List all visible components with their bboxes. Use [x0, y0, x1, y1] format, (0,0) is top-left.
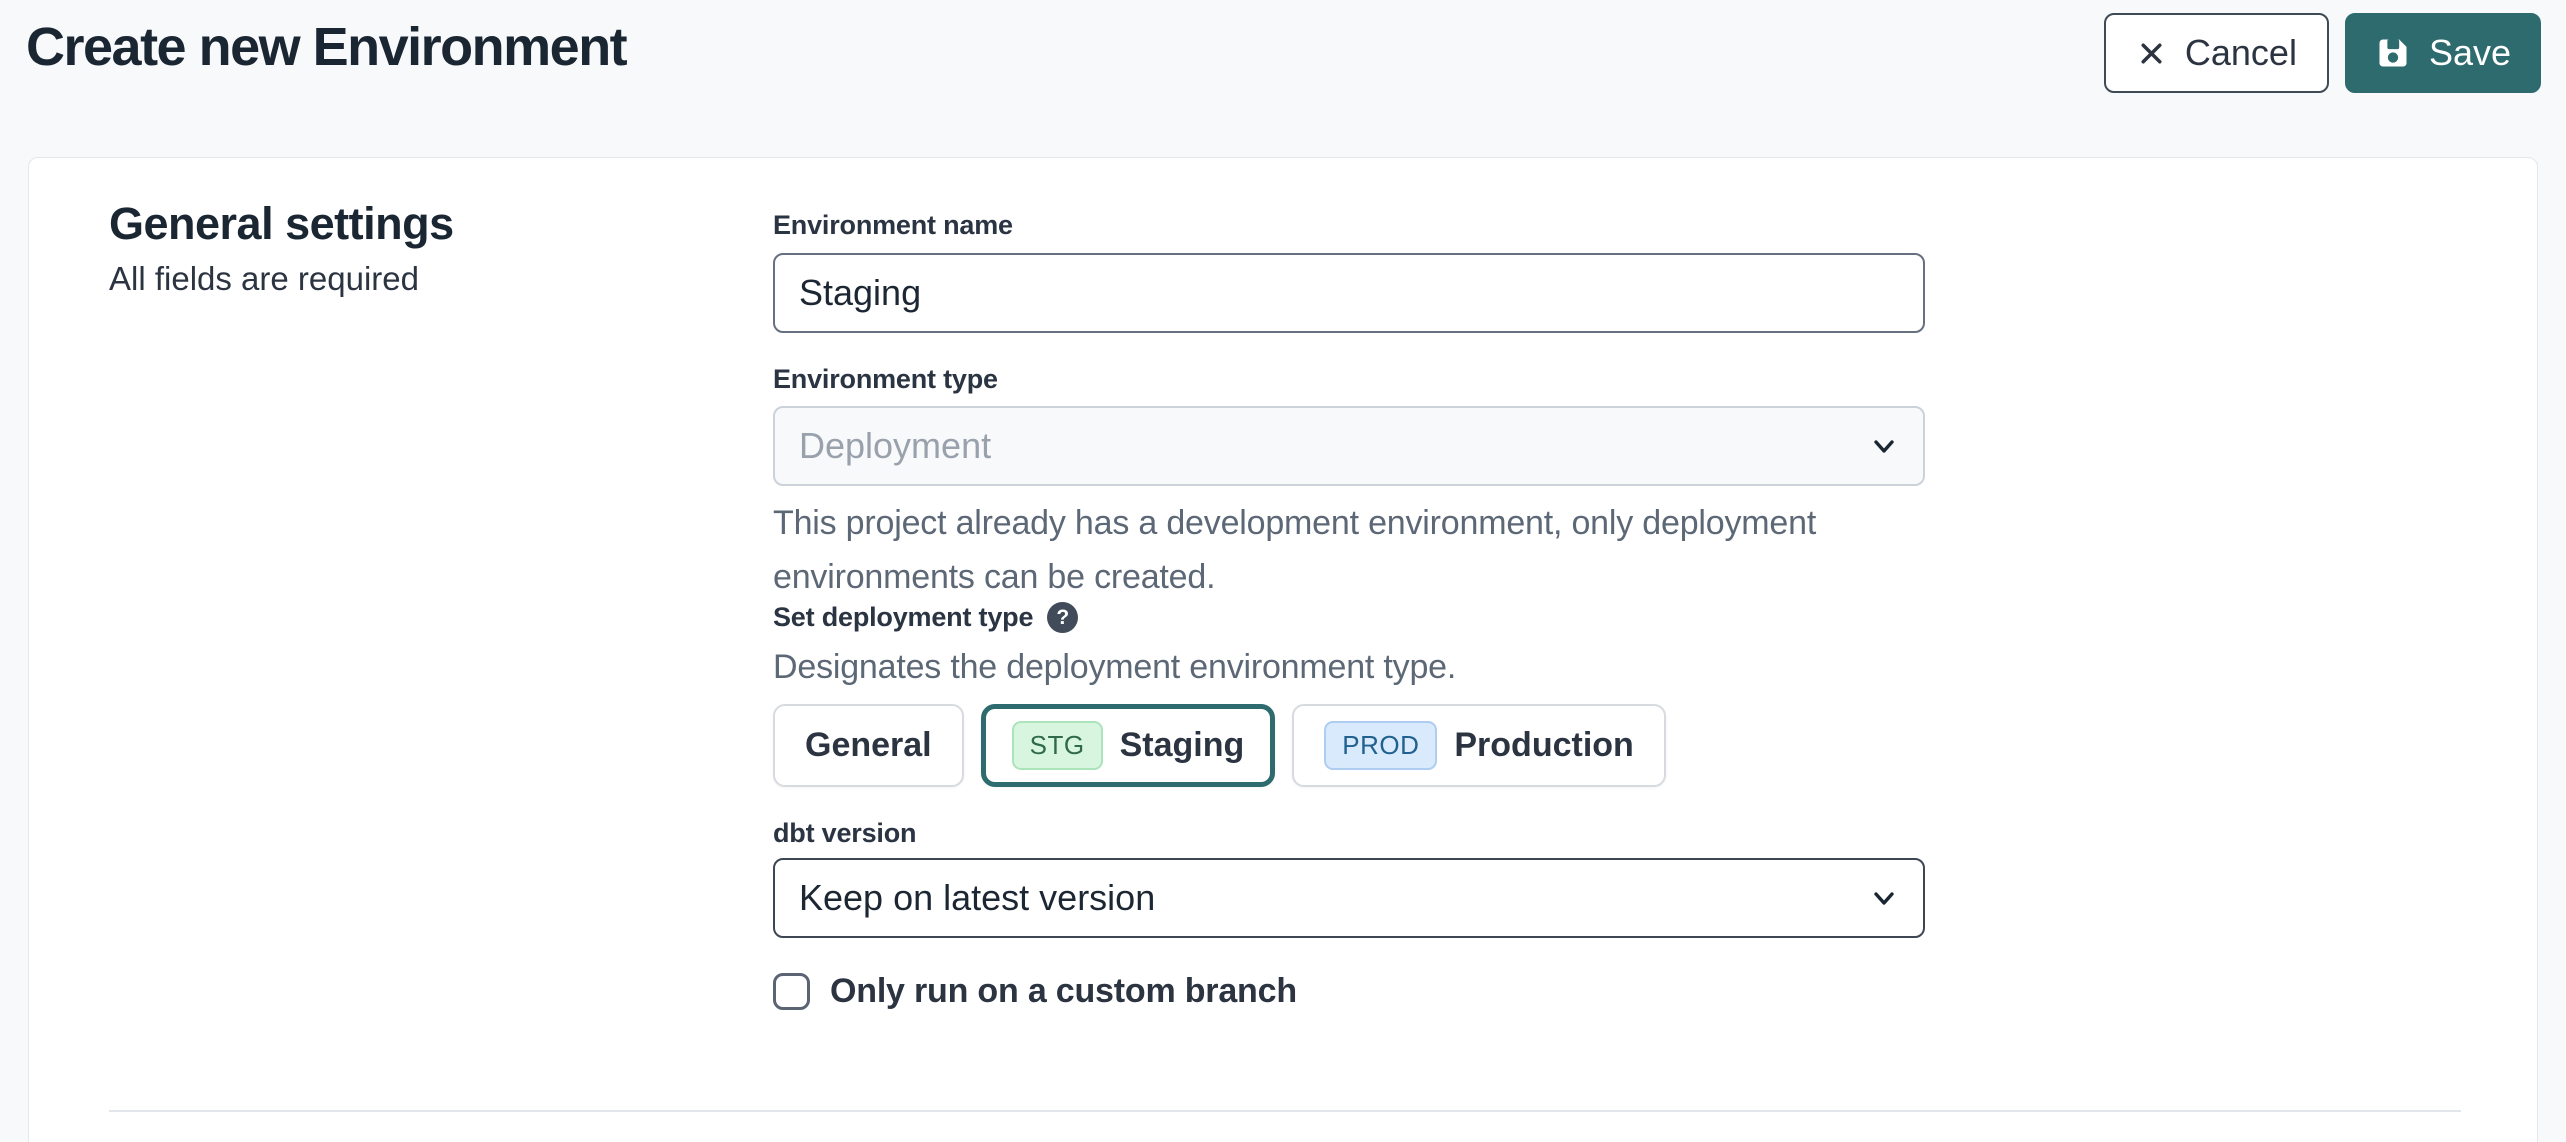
custom-branch-checkbox[interactable]	[773, 973, 810, 1010]
custom-branch-label: Only run on a custom branch	[830, 972, 1297, 1011]
deployment-type-option-staging[interactable]: STG Staging	[981, 704, 1276, 787]
deployment-type-options: General STG Staging PROD Production	[773, 704, 1666, 787]
custom-branch-row[interactable]: Only run on a custom branch	[773, 972, 1297, 1011]
deployment-type-option-label: General	[805, 726, 932, 765]
dbt-version-label: dbt version	[773, 818, 916, 849]
cancel-button-label: Cancel	[2185, 32, 2297, 74]
deployment-type-option-general[interactable]: General	[773, 704, 964, 787]
deployment-type-option-label: Staging	[1120, 726, 1245, 765]
stg-badge: STG	[1012, 721, 1103, 770]
header-actions: Cancel Save	[2104, 13, 2541, 93]
deployment-type-option-production[interactable]: PROD Production	[1292, 704, 1666, 787]
deployment-type-label: Set deployment type	[773, 602, 1033, 633]
close-icon	[2136, 38, 2167, 69]
environment-name-label: Environment name	[773, 210, 1013, 241]
chevron-down-icon	[1869, 883, 1899, 913]
deployment-type-option-label: Production	[1454, 726, 1633, 765]
save-icon	[2375, 35, 2411, 71]
dbt-version-select[interactable]: Keep on latest version	[773, 858, 1925, 938]
section-heading: General settings	[109, 198, 454, 250]
environment-type-help-text: This project already has a development e…	[773, 496, 1938, 604]
general-settings-card: General settings All fields are required…	[28, 157, 2538, 1142]
create-environment-page: Create new Environment Cancel Save Gener…	[0, 0, 2566, 1142]
save-button[interactable]: Save	[2345, 13, 2541, 93]
chevron-down-icon	[1869, 431, 1899, 461]
section-divider	[109, 1110, 2461, 1112]
environment-type-label: Environment type	[773, 364, 998, 395]
prod-badge: PROD	[1324, 721, 1437, 770]
environment-type-value: Deployment	[799, 425, 991, 467]
save-button-label: Save	[2429, 32, 2511, 74]
dbt-version-value: Keep on latest version	[799, 877, 1155, 919]
cancel-button[interactable]: Cancel	[2104, 13, 2329, 93]
section-subheading: All fields are required	[109, 260, 419, 298]
environment-name-input[interactable]	[773, 253, 1925, 333]
deployment-type-label-row: Set deployment type ?	[773, 602, 1078, 633]
help-icon[interactable]: ?	[1047, 602, 1078, 633]
page-title: Create new Environment	[26, 16, 626, 78]
environment-type-select: Deployment	[773, 406, 1925, 486]
deployment-type-description: Designates the deployment environment ty…	[773, 648, 1456, 687]
